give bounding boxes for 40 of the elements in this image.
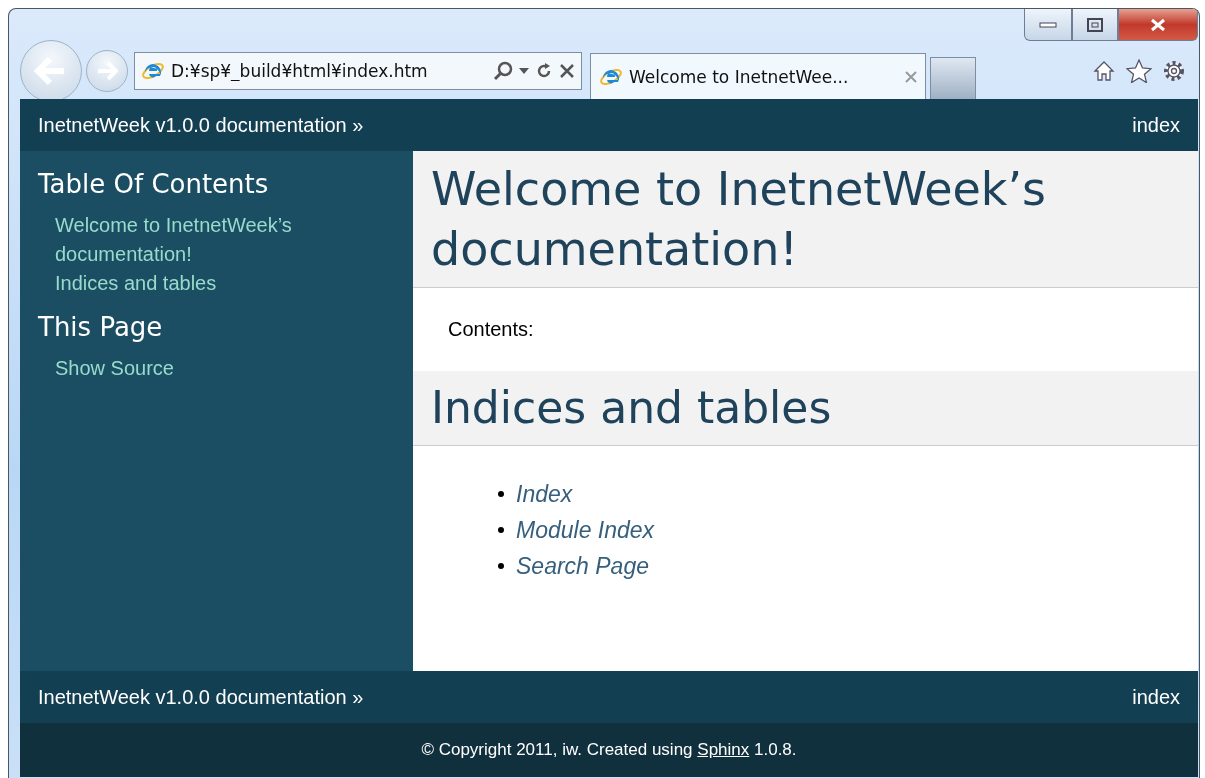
browser-tab[interactable]: Welcome to InetnetWee... (590, 53, 926, 99)
index-list-link[interactable]: Module Index (516, 512, 655, 548)
maximize-button[interactable] (1072, 9, 1118, 41)
index-list-link[interactable]: Search Page (516, 548, 649, 584)
search-icon (493, 61, 513, 81)
index-list-link[interactable]: Index (516, 476, 573, 512)
copyright-text: © Copyright 2011, iw. Created using Sphinx 1.0.8. (421, 740, 797, 760)
sidebar-link[interactable]: Show Source (55, 354, 365, 383)
bullet-icon (498, 563, 504, 569)
minimize-button[interactable] (1024, 9, 1072, 41)
page-title: Welcome to InetnetWeek’s documentation! (413, 151, 1198, 288)
refresh-icon (535, 62, 553, 80)
documentation-title: InetnetWeek v1.0.0 documentation » (38, 685, 364, 709)
sidebar-link[interactable]: Welcome to InetnetWeek’s documentation! (55, 211, 365, 269)
address-text: D:¥sp¥_build¥html¥index.htm (171, 61, 429, 81)
home-icon[interactable] (1092, 59, 1116, 83)
new-tab-button[interactable] (930, 57, 976, 99)
tab-title: Welcome to InetnetWee... (629, 66, 850, 87)
index-link[interactable]: index (1132, 685, 1180, 709)
close-icon (559, 63, 575, 79)
minimize-icon (1039, 21, 1057, 28)
bullet-icon (498, 527, 504, 533)
close-button[interactable] (1118, 9, 1198, 41)
settings-icon[interactable] (1162, 59, 1186, 83)
close-icon (1150, 17, 1166, 32)
bullet-icon (498, 491, 504, 497)
address-bar[interactable]: D:¥sp¥_build¥html¥index.htm (134, 52, 582, 90)
sidebar-heading: Table Of Contents (38, 169, 270, 199)
sidebar-link[interactable]: Indices and tables (55, 269, 365, 298)
sidebar-heading: This Page (38, 312, 164, 342)
star-icon[interactable] (1126, 59, 1152, 83)
maximize-icon (1087, 17, 1103, 32)
dropdown-caret-icon (519, 68, 529, 74)
close-icon[interactable] (905, 70, 917, 83)
forward-arrow-icon (96, 61, 118, 81)
documentation-title: InetnetWeek v1.0.0 documentation » (38, 113, 364, 137)
sphinx-link[interactable]: Sphinx (697, 740, 750, 759)
contents-label: Contents: (447, 317, 535, 342)
index-link[interactable]: index (1132, 113, 1180, 137)
section-heading: Indices and tables (413, 371, 1198, 446)
